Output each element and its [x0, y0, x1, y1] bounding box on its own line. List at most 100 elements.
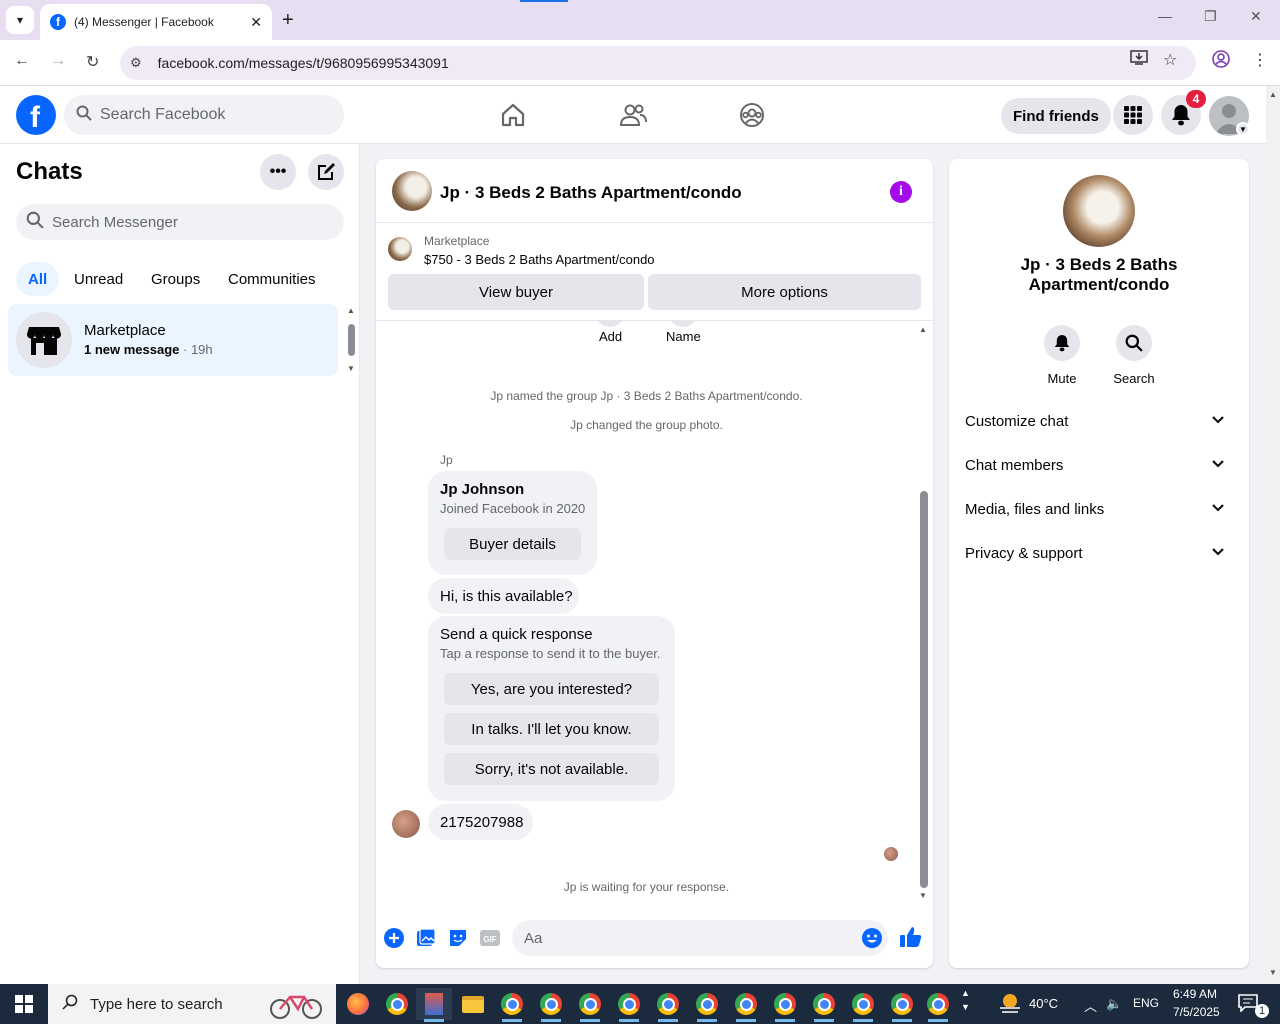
group-photo-avatar[interactable] [392, 171, 432, 211]
reload-icon[interactable]: ↻ [86, 52, 99, 72]
weather-sun-icon[interactable] [998, 992, 1022, 1017]
menu-grid-icon[interactable] [1113, 95, 1153, 135]
quick-reply-button[interactable]: In talks. I'll let you know. [444, 713, 659, 745]
chrome-profile-taskbar-icon[interactable] [884, 988, 920, 1022]
taskbar-search[interactable] [48, 984, 336, 1024]
quick-reply-button[interactable]: Yes, are you interested? [444, 673, 659, 705]
scroll-up-icon[interactable]: ▲ [347, 306, 355, 315]
group-photo-large[interactable] [1063, 175, 1135, 247]
message-input[interactable] [524, 929, 844, 947]
chrome-profile-taskbar-icon[interactable] [806, 988, 842, 1022]
tab-close-icon[interactable]: ✕ [250, 14, 262, 31]
chrome-profile-taskbar-icon[interactable] [611, 988, 647, 1022]
scrollbar-thumb[interactable] [920, 491, 928, 888]
scroll-down-icon[interactable]: ▼ [1269, 968, 1277, 977]
clock-date[interactable]: 7/5/2025 [1173, 1005, 1220, 1019]
window-close-button[interactable]: ✕ [1250, 8, 1262, 25]
info-icon[interactable]: i [890, 181, 912, 203]
find-friends-button[interactable]: Find friends [1001, 98, 1111, 134]
chrome-profile-taskbar-icon[interactable] [845, 988, 881, 1022]
chrome-profile-taskbar-icon[interactable] [728, 988, 764, 1022]
listing-thumbnail[interactable] [388, 237, 412, 261]
emoji-icon[interactable] [862, 928, 882, 953]
filter-tab-unread[interactable]: Unread [62, 262, 135, 296]
filter-tab-groups[interactable]: Groups [139, 262, 212, 296]
browser-menu-icon[interactable]: ⋮ [1252, 50, 1268, 70]
taskbar-search-input[interactable] [90, 995, 250, 1013]
more-options-button[interactable]: More options [648, 274, 921, 310]
site-settings-icon[interactable]: ⚙ [130, 55, 142, 71]
facebook-search[interactable] [64, 95, 344, 135]
message-bubble[interactable]: 2175207988 [428, 804, 533, 840]
filter-tab-communities[interactable]: Communities [216, 262, 328, 296]
search-conversation-button[interactable]: Search [1104, 325, 1164, 386]
back-arrow-icon[interactable]: ← [14, 52, 30, 70]
name-group-icon[interactable] [668, 321, 698, 327]
tab-search-button[interactable]: ▾ [6, 6, 34, 34]
active-app-taskbar-icon[interactable] [416, 988, 452, 1022]
chrome-profile-taskbar-icon[interactable] [650, 988, 686, 1022]
profile-icon[interactable] [1212, 50, 1230, 73]
taskbar-scroll-icon[interactable]: ▲ ▼ [961, 986, 970, 1014]
message-input-box[interactable] [512, 920, 888, 956]
message-bubble[interactable]: Hi, is this available? [428, 578, 579, 614]
scroll-up-icon[interactable]: ▲ [919, 325, 927, 334]
new-tab-button[interactable]: + [282, 8, 294, 32]
view-buyer-button[interactable]: View buyer [388, 274, 644, 310]
chat-members-section[interactable]: Chat members [957, 443, 1241, 487]
chrome-profile-taskbar-icon[interactable] [572, 988, 608, 1022]
sticker-icon[interactable] [447, 927, 469, 949]
browser-tab[interactable]: f (4) Messenger | Facebook ✕ [40, 4, 272, 40]
firefox-taskbar-icon[interactable] [340, 988, 376, 1020]
mute-button[interactable]: Mute [1032, 325, 1092, 386]
facebook-logo-icon[interactable]: f [16, 95, 56, 135]
media-files-links-section[interactable]: Media, files and links [957, 487, 1241, 531]
scroll-down-icon[interactable]: ▼ [919, 891, 927, 900]
chrome-profile-taskbar-icon[interactable] [533, 988, 569, 1022]
chat-options-icon[interactable]: ••• [260, 154, 296, 190]
add-member-icon[interactable] [595, 321, 625, 327]
bookmark-star-icon[interactable]: ☆ [1163, 50, 1177, 70]
scroll-up-icon[interactable]: ▲ [1269, 90, 1277, 99]
window-minimize-button[interactable]: — [1158, 8, 1172, 24]
groups-icon[interactable] [735, 98, 769, 132]
friends-icon[interactable] [616, 98, 650, 132]
quick-reply-button[interactable]: Sorry, it's not available. [444, 753, 659, 785]
volume-icon[interactable]: 🔈 [1106, 996, 1122, 1012]
input-language[interactable]: ENG [1133, 996, 1159, 1010]
weather-temperature[interactable]: 40°C [1029, 996, 1058, 1011]
filter-tab-all[interactable]: All [16, 262, 60, 296]
chrome-profile-taskbar-icon[interactable] [494, 988, 530, 1022]
show-hidden-icons-icon[interactable]: ︿ [1084, 996, 1097, 1015]
customize-chat-section[interactable]: Customize chat [957, 399, 1241, 443]
chat-list-item[interactable]: Marketplace 1 new message · 19h [8, 304, 338, 376]
gif-icon[interactable]: GIF [479, 927, 501, 949]
clock-time[interactable]: 6:49 AM [1173, 987, 1217, 1001]
forward-arrow-icon[interactable]: → [50, 52, 66, 70]
messenger-search[interactable] [16, 204, 344, 240]
photo-icon[interactable] [415, 927, 437, 949]
conversation-scrollbar[interactable]: ▲ ▼ [917, 325, 931, 903]
home-icon[interactable] [496, 98, 530, 132]
plus-icon[interactable] [383, 927, 405, 949]
buyer-details-button[interactable]: Buyer details [444, 528, 581, 560]
url-omnibox[interactable]: ⚙ facebook.com/messages/t/96809569953430… [120, 46, 1196, 80]
chrome-profile-taskbar-icon[interactable] [920, 988, 956, 1022]
page-scrollbar[interactable]: ▲ ▼ [1266, 86, 1280, 984]
like-thumbs-up-icon[interactable] [899, 925, 923, 949]
chrome-profile-taskbar-icon[interactable] [689, 988, 725, 1022]
install-app-icon[interactable] [1130, 50, 1148, 71]
scroll-down-icon[interactable]: ▼ [347, 364, 355, 373]
chrome-profile-taskbar-icon[interactable] [767, 988, 803, 1022]
privacy-support-section[interactable]: Privacy & support [957, 531, 1241, 575]
file-explorer-taskbar-icon[interactable] [455, 988, 491, 1020]
windows-start-icon[interactable] [0, 984, 48, 1024]
listing-title[interactable]: $750 - 3 Beds 2 Baths Apartment/condo [424, 252, 655, 267]
conversation-title[interactable]: Jp · 3 Beds 2 Baths Apartment/condo [440, 183, 742, 203]
chevron-down-icon[interactable]: ▼ [1236, 122, 1250, 136]
sender-avatar[interactable] [392, 810, 420, 838]
scrollbar-thumb[interactable] [348, 324, 355, 356]
chrome-taskbar-icon[interactable] [379, 988, 415, 1020]
facebook-search-input[interactable] [100, 106, 320, 124]
new-message-icon[interactable] [308, 154, 344, 190]
